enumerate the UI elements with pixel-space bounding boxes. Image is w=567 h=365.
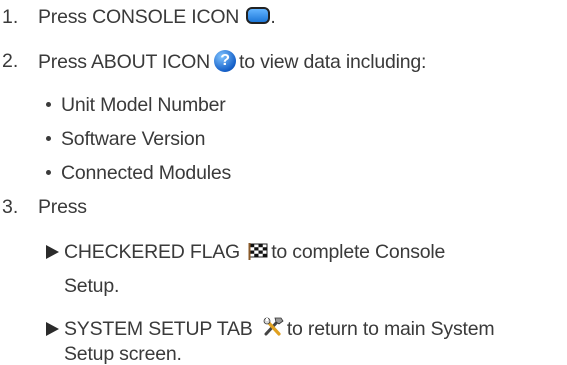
sub-item-system-setup: SYSTEM SETUP TAB to return to main Syste…: [46, 317, 495, 341]
sub-item-continuation: Setup screen.: [64, 343, 182, 365]
sub-item-label: CHECKERED FLAG: [64, 241, 240, 263]
bullet-text: Unit Model Number: [61, 94, 226, 116]
bullet-item: Connected Modules: [46, 162, 232, 184]
sub-item-checkered-flag: CHECKERED FLAG to complete Console: [46, 241, 446, 263]
arrow-right-icon: [46, 322, 59, 336]
bullet-dot: [46, 170, 51, 176]
bullet-text: Software Version: [61, 128, 206, 150]
step-1-text: Press CONSOLE ICON: [38, 6, 240, 28]
step-1-line: Press CONSOLE ICON .: [38, 6, 276, 28]
sub-item-after: to complete Console: [271, 241, 446, 263]
bullet-item: Software Version: [46, 128, 206, 150]
sub-item-continuation: Setup.: [64, 275, 120, 297]
instruction-document: 1. Press CONSOLE ICON . 2. Press ABOUT I…: [0, 0, 567, 363]
bullet-dot: [46, 102, 51, 108]
step-1-number: 1.: [2, 6, 19, 28]
step-3-text: Press: [38, 196, 87, 218]
about-icon: ?: [213, 50, 236, 72]
system-setup-tools-icon: [263, 317, 284, 336]
console-icon: [246, 7, 271, 25]
step-2-line: Press ABOUT ICON? to view data including:: [38, 50, 427, 74]
sub-item-after: to return to main System: [286, 318, 495, 341]
step-2-text: Press ABOUT ICON: [38, 51, 210, 74]
checkered-flag-icon: [248, 242, 268, 260]
bullet-dot: [46, 136, 51, 142]
step-3-number: 3.: [2, 196, 19, 218]
sub-item-label: SYSTEM SETUP TAB: [64, 318, 253, 341]
bullet-text: Connected Modules: [61, 162, 232, 184]
step-2-after: to view data including:: [238, 51, 427, 74]
step-1-suffix: .: [270, 6, 276, 28]
bullet-item: Unit Model Number: [46, 94, 226, 116]
arrow-right-icon: [46, 244, 59, 259]
step-2-number: 2.: [2, 50, 19, 72]
